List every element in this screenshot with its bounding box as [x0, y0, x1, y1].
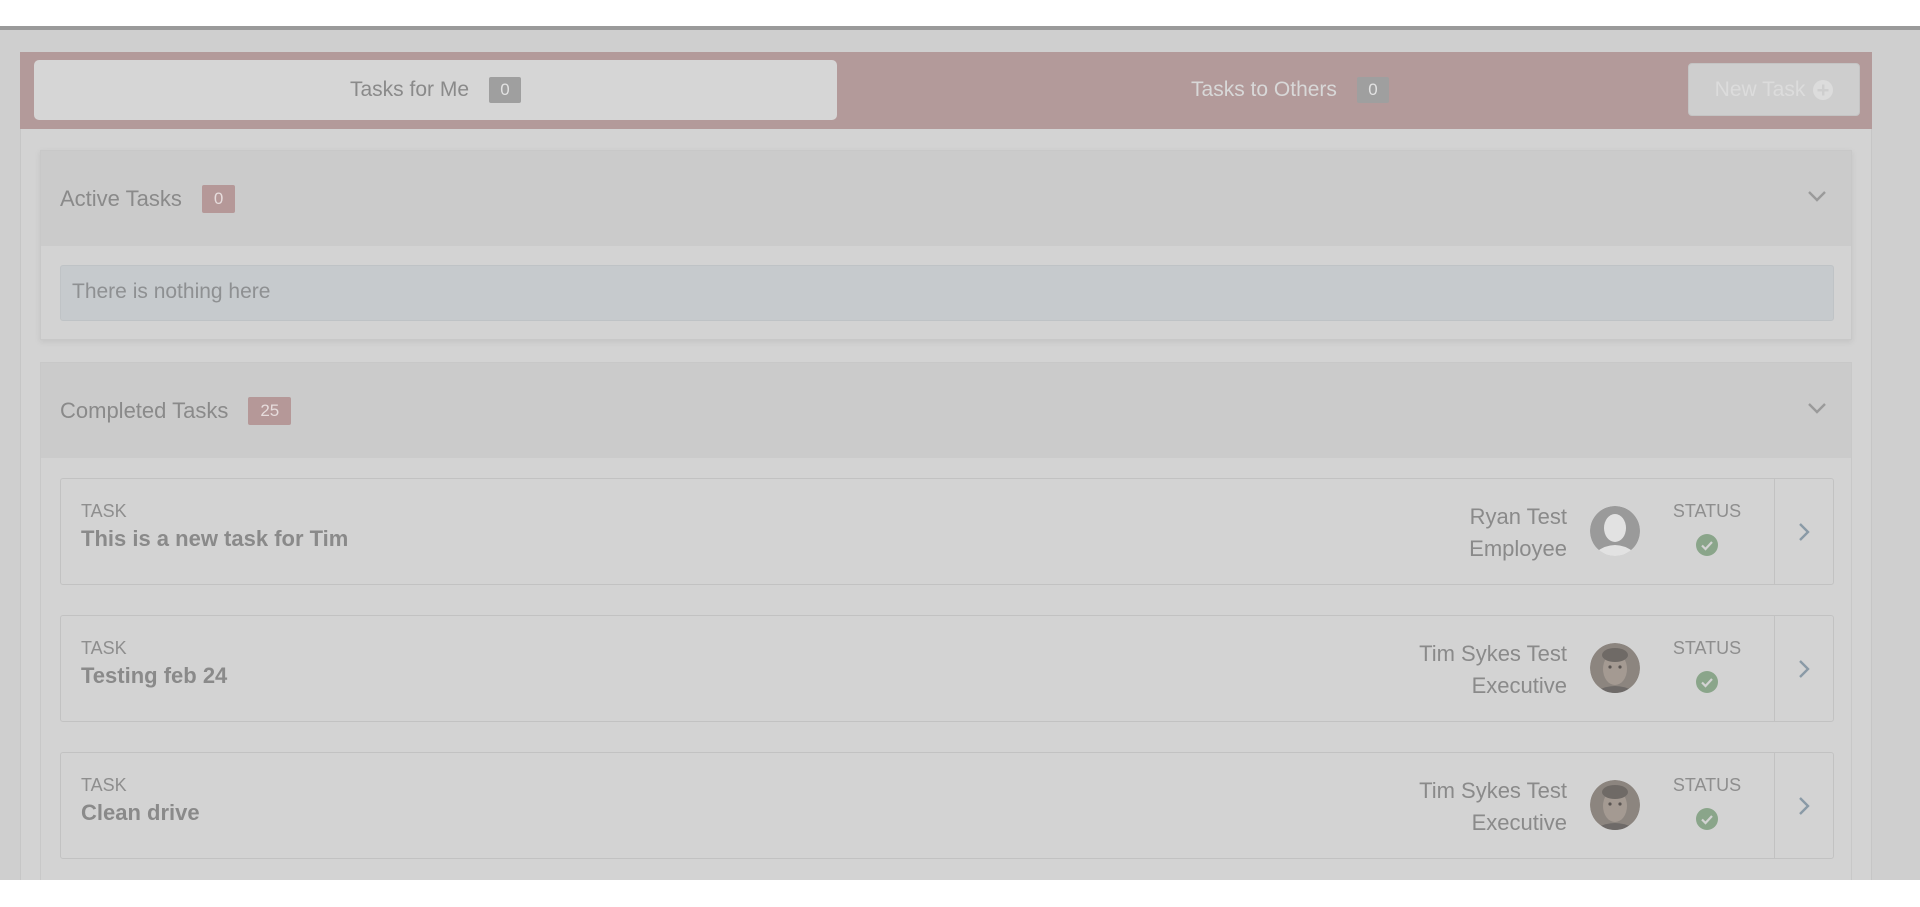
assignee: Tim Sykes Test Executive [1419, 775, 1567, 839]
task-label: TASK [81, 501, 127, 521]
tab-label: Tasks to Others [1191, 78, 1337, 101]
open-task-button[interactable] [1774, 753, 1833, 858]
task-title: Clean drive [81, 800, 200, 825]
task-row[interactable]: TASK This is a new task for Tim Ryan Tes… [60, 478, 1834, 585]
empty-notice: There is nothing here [60, 265, 1834, 321]
bottom-edge [0, 880, 1920, 907]
check-circle-icon [1696, 808, 1718, 830]
task-row[interactable]: TASK Testing feb 24 Tim Sykes Test Execu… [60, 615, 1834, 722]
completed-tasks-section: Completed Tasks 25 TASK This is a new ta… [40, 362, 1852, 882]
new-task-button[interactable]: New Task [1688, 63, 1860, 116]
section-count-badge: 25 [248, 396, 292, 425]
section-count-badge: 0 [201, 184, 236, 213]
status-label: STATUS [1672, 501, 1742, 521]
avatar [1590, 643, 1640, 693]
active-tasks-section: Active Tasks 0 There is nothing here [40, 150, 1852, 340]
task-label: TASK [81, 775, 127, 795]
assignee-name: Tim Sykes Test [1419, 778, 1567, 803]
chevron-right-icon [1799, 522, 1810, 541]
task-tabs: Tasks for Me 0 Tasks to Others 0 New Tas… [20, 52, 1872, 129]
assignee: Ryan Test Employee [1469, 501, 1567, 565]
tab-label: Tasks for Me [349, 78, 470, 101]
completed-tasks-header[interactable]: Completed Tasks 25 [41, 363, 1851, 458]
chevron-right-icon [1799, 659, 1810, 678]
open-task-button[interactable] [1774, 479, 1833, 584]
tab-tasks-for-me[interactable]: Tasks for Me 0 [34, 60, 837, 120]
task-row[interactable]: TASK Clean drive Tim Sykes Test Executiv… [60, 752, 1834, 859]
chevron-down-icon[interactable] [1807, 401, 1827, 415]
new-task-label: New Task [1714, 77, 1806, 101]
tab-tasks-to-others[interactable]: Tasks to Others 0 [880, 60, 1700, 120]
active-tasks-header[interactable]: Active Tasks 0 [41, 151, 1851, 246]
open-task-button[interactable] [1774, 616, 1833, 721]
plus-circle-icon [1813, 79, 1834, 100]
task-title: This is a new task for Tim [81, 526, 349, 551]
task-title: Testing feb 24 [81, 663, 228, 688]
assignee-role: Executive [1471, 810, 1567, 835]
status-label: STATUS [1672, 638, 1742, 658]
tab-count-badge: 0 [489, 77, 522, 103]
check-circle-icon [1696, 534, 1718, 556]
assignee-role: Executive [1471, 673, 1567, 698]
check-circle-icon [1696, 671, 1718, 693]
status-label: STATUS [1672, 775, 1742, 795]
assignee-name: Ryan Test [1469, 504, 1567, 529]
assignee-role: Employee [1469, 536, 1567, 561]
section-title: Completed Tasks [60, 397, 229, 423]
chevron-down-icon[interactable] [1807, 189, 1827, 203]
assignee: Tim Sykes Test Executive [1419, 638, 1567, 702]
user-placeholder-icon [1590, 506, 1640, 556]
section-title: Active Tasks [60, 185, 182, 211]
tab-count-badge: 0 [1356, 77, 1389, 103]
avatar [1590, 780, 1640, 830]
chevron-right-icon [1799, 796, 1810, 815]
assignee-name: Tim Sykes Test [1419, 641, 1567, 666]
task-label: TASK [81, 638, 127, 658]
